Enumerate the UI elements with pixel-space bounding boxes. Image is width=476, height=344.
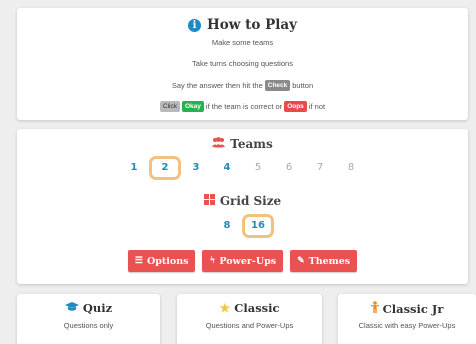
themes-button[interactable]: ✎ Themes — [290, 250, 358, 272]
grid-size-heading: Grid Size — [17, 194, 468, 208]
mode-quiz-desc: Questions only — [63, 321, 114, 330]
click-pill: Click — [159, 101, 180, 112]
grid-icon — [203, 194, 215, 208]
step-4-text-after: if not — [308, 102, 326, 111]
step-3-text-before: Say the answer then hit the — [171, 81, 263, 90]
mode-classic-jr-heading: Classic Jr — [338, 301, 476, 316]
mode-card-classic[interactable]: ★ Classic Questions and Power-Ups — [177, 294, 322, 344]
teams-title: Teams — [230, 137, 273, 151]
power-ups-button[interactable]: ϟ Power-Ups — [202, 250, 284, 272]
step-3: Say the answer then hit the Check button — [17, 80, 468, 91]
how-to-play-card: i How to Play Make some teams Take turns… — [17, 8, 468, 120]
graduation-cap-icon — [64, 301, 79, 315]
grid-size-selector: 8 16 — [17, 214, 468, 238]
mode-quiz-title: Quiz — [82, 301, 113, 315]
options-button-label: Options — [146, 255, 189, 267]
step-4: Click Okay if the team is correct or Oop… — [17, 101, 468, 112]
grid-size-title: Grid Size — [219, 194, 282, 208]
mode-classic-title: Classic — [234, 301, 280, 315]
star-icon: ★ — [219, 301, 231, 315]
teams-selector: 12345678 — [17, 156, 468, 180]
oops-pill: Oops — [284, 101, 307, 112]
teams-heading: Teams — [17, 137, 468, 151]
info-icon: i — [188, 18, 202, 32]
teams-option[interactable]: 6 — [273, 156, 305, 180]
mode-card-quiz[interactable]: Quiz Questions only — [17, 294, 160, 344]
game-setup-card: Teams 12345678 Grid Size 8 16 ☰ Options ϟ… — [17, 129, 468, 284]
step-2: Take turns choosing questions — [192, 59, 293, 68]
paint-brush-icon: ✎ — [297, 256, 305, 266]
mode-classic-heading: ★ Classic — [177, 301, 322, 315]
okay-pill: Okay — [182, 101, 204, 112]
options-button[interactable]: ☰ Options — [127, 250, 196, 272]
teams-option[interactable]: 1 — [118, 156, 150, 180]
teams-option[interactable]: 2 — [149, 156, 181, 180]
teams-option[interactable]: 8 — [335, 156, 367, 180]
how-to-play-title: How to Play — [207, 17, 297, 33]
users-icon — [212, 137, 226, 151]
how-to-play-heading: i How to Play — [17, 17, 468, 33]
child-icon — [370, 301, 379, 316]
mode-card-classic-jr[interactable]: Classic Jr Classic with easy Power-Ups — [338, 294, 476, 344]
grid-size-option[interactable]: 16 — [242, 214, 274, 238]
mode-quiz-heading: Quiz — [17, 301, 160, 315]
step-3-text-after: button — [292, 81, 314, 90]
power-ups-button-label: Power-Ups — [219, 255, 277, 267]
mode-classic-jr-desc: Classic with easy Power-Ups — [358, 321, 456, 330]
step-1: Make some teams — [211, 38, 274, 47]
themes-button-label: Themes — [308, 255, 351, 267]
bolt-icon: ϟ — [209, 256, 216, 266]
check-pill: Check — [264, 80, 291, 91]
teams-option[interactable]: 3 — [180, 156, 212, 180]
grid-size-option[interactable]: 8 — [211, 214, 243, 238]
step-4-text-mid: if the team is correct or — [205, 102, 283, 111]
settings-buttons: ☰ Options ϟ Power-Ups ✎ Themes — [17, 250, 468, 272]
teams-option[interactable]: 7 — [304, 156, 336, 180]
mode-classic-desc: Questions and Power-Ups — [205, 321, 294, 330]
mode-classic-jr-title: Classic Jr — [382, 301, 444, 316]
teams-option[interactable]: 5 — [242, 156, 274, 180]
sliders-icon: ☰ — [134, 256, 143, 266]
teams-option[interactable]: 4 — [211, 156, 243, 180]
